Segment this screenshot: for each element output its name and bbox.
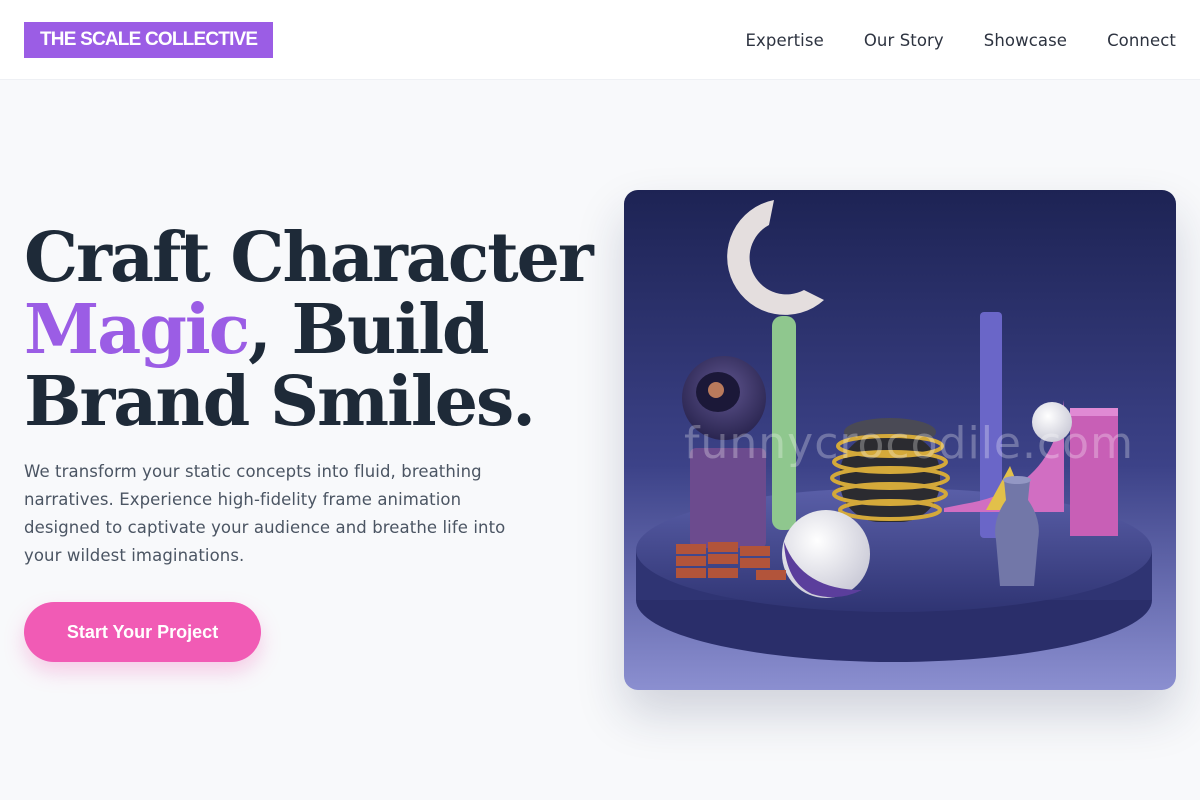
start-project-button[interactable]: Start Your Project: [24, 602, 261, 662]
site-header: THE SCALE COLLECTIVE Expertise Our Story…: [0, 0, 1200, 80]
image-watermark: funnycrocodile.com: [684, 418, 1134, 469]
hero-image: funnycrocodile.com: [624, 190, 1176, 690]
nav-link-expertise[interactable]: Expertise: [746, 31, 824, 50]
nav-link-connect[interactable]: Connect: [1107, 31, 1176, 50]
hero-subtitle: We transform your static concepts into f…: [24, 462, 506, 565]
nav-link-our-story[interactable]: Our Story: [864, 31, 944, 50]
nav-link-showcase[interactable]: Showcase: [984, 31, 1067, 50]
site-logo[interactable]: THE SCALE COLLECTIVE: [24, 22, 274, 58]
main-nav: Expertise Our Story Showcase Connect: [746, 0, 1176, 80]
hero-title-part1: Craft Character: [24, 218, 594, 298]
hero-title-accent: Magic: [24, 290, 250, 370]
hero-title: Craft Character Magic, Build Brand Smiles…: [24, 222, 604, 438]
